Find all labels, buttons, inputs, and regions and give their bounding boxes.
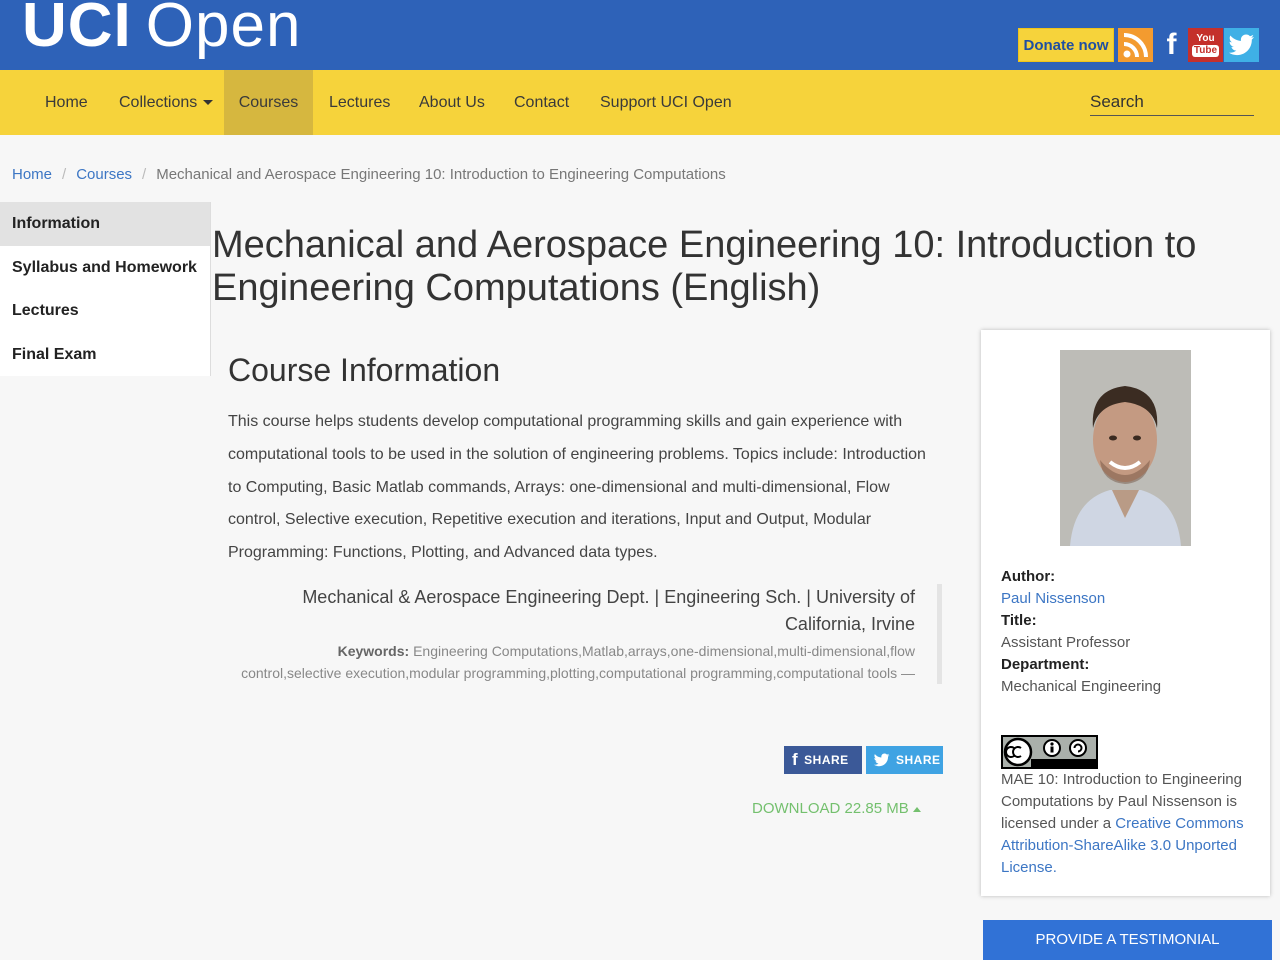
sidebar-item-final-exam[interactable]: Final Exam	[0, 333, 210, 377]
sidebar-item-syllabus[interactable]: Syllabus and Homework	[0, 246, 210, 290]
nav-support[interactable]: Support UCI Open	[600, 70, 732, 135]
nav-home[interactable]: Home	[45, 70, 88, 135]
nav-about-us[interactable]: About Us	[419, 70, 485, 135]
page-title: Mechanical and Aerospace Engineering 10:…	[212, 224, 1197, 309]
youtube-icon[interactable]: You Tube	[1188, 28, 1223, 62]
keywords-line: Keywords: Engineering Computations,Matla…	[240, 640, 915, 684]
breadcrumb-home[interactable]: Home	[12, 166, 52, 183]
site-header: UCI Open Donate now f You Tube	[0, 0, 1280, 70]
caret-up-icon	[912, 806, 921, 812]
license-text: MAE 10: Introduction to Engineering Comp…	[1001, 769, 1251, 879]
breadcrumb: Home / Courses / Mechanical and Aerospace En…	[12, 166, 726, 183]
twitter-share-button[interactable]: SHARE	[866, 746, 943, 774]
logo-open-text: Open	[145, 0, 302, 60]
download-label: DOWNLOAD 22.85 MB	[752, 800, 909, 817]
twitter-share-label: SHARE	[896, 753, 941, 767]
twitter-icon[interactable]	[1224, 28, 1259, 62]
facebook-icon: f	[792, 750, 799, 769]
logo-uci-text: UCI	[22, 0, 132, 60]
department-value: Mechanical Engineering	[1001, 678, 1162, 695]
course-description: This course helps students develop compu…	[228, 413, 926, 562]
nav-lectures[interactable]: Lectures	[329, 70, 390, 135]
breadcrumb-current: Mechanical and Aerospace Engineering 10:…	[156, 166, 726, 183]
creative-commons-badge[interactable]	[1001, 735, 1098, 769]
breadcrumb-courses[interactable]: Courses	[76, 166, 132, 183]
nav-contact[interactable]: Contact	[514, 70, 569, 135]
facebook-share-label: SHARE	[804, 753, 849, 767]
section-title: Course Information	[228, 352, 501, 388]
facebook-share-button[interactable]: f SHARE	[784, 746, 862, 774]
provide-testimonial-button[interactable]: PROVIDE A TESTIMONIAL	[983, 920, 1272, 960]
course-meta-quote: Mechanical & Aerospace Engineering Dept.…	[240, 584, 942, 684]
youtube-bottom-text: Tube	[1191, 44, 1220, 57]
course-sidebar: Information Syllabus and Homework Lectur…	[0, 202, 211, 376]
caret-down-icon	[203, 100, 214, 106]
breadcrumb-separator: /	[142, 166, 147, 183]
sidebar-item-information[interactable]: Information	[0, 202, 210, 246]
author-link[interactable]: Paul Nissenson	[1001, 590, 1105, 607]
department-line: Mechanical & Aerospace Engineering Dept.…	[302, 587, 915, 634]
nav-collections-label: Collections	[119, 94, 198, 111]
author-label: Author:	[1001, 568, 1056, 585]
department-label: Department:	[1001, 656, 1090, 673]
keywords-label: Keywords:	[337, 643, 410, 659]
title-value: Assistant Professor	[1001, 634, 1131, 651]
search-input[interactable]	[1090, 88, 1254, 116]
rss-icon[interactable]	[1118, 28, 1153, 62]
breadcrumb-separator: /	[62, 166, 67, 183]
nav-courses[interactable]: Courses	[224, 70, 313, 135]
donate-button[interactable]: Donate now	[1018, 28, 1114, 62]
facebook-icon[interactable]: f	[1154, 28, 1189, 62]
main-navbar: Home Collections Courses Lectures About …	[0, 70, 1280, 135]
author-card: Author: Paul Nissenson Title: Assistant …	[981, 330, 1270, 896]
download-link[interactable]: DOWNLOAD 22.85 MB	[752, 800, 921, 817]
twitter-icon	[874, 753, 890, 767]
title-label: Title:	[1001, 612, 1037, 629]
author-photo	[1060, 350, 1191, 546]
license-suffix: .	[1052, 859, 1057, 876]
nav-collections[interactable]: Collections	[119, 70, 214, 135]
youtube-top-text: You	[1196, 32, 1215, 44]
uci-open-logo[interactable]: UCI Open	[22, 0, 301, 66]
sidebar-item-lectures[interactable]: Lectures	[0, 289, 210, 333]
